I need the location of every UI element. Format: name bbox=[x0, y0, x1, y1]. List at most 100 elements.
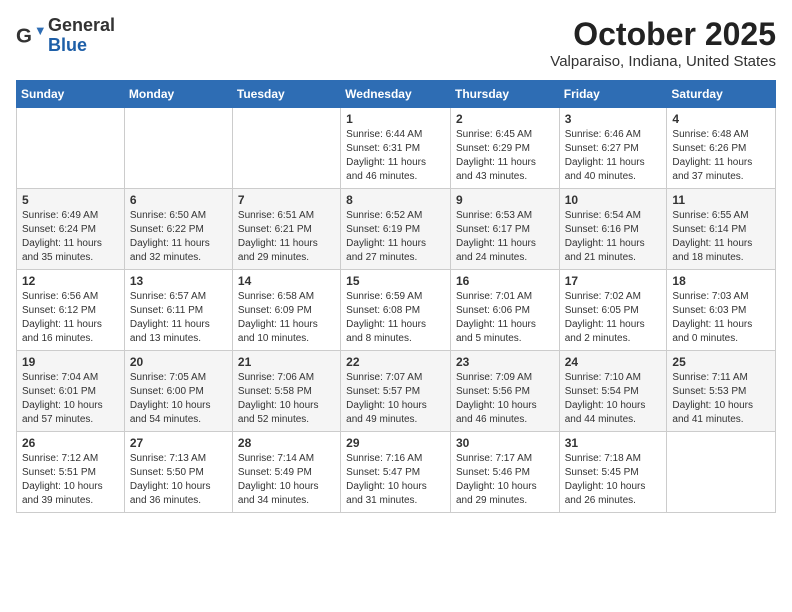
calendar-cell: 20 Sunrise: 7:05 AM Sunset: 6:00 PM Dayli… bbox=[124, 351, 232, 432]
day-number: 19 bbox=[22, 355, 119, 369]
calendar-cell: 24 Sunrise: 7:10 AM Sunset: 5:54 PM Dayli… bbox=[559, 351, 667, 432]
calendar-cell: 3 Sunrise: 6:46 AM Sunset: 6:27 PM Daylig… bbox=[559, 108, 667, 189]
day-info: Sunrise: 6:48 AM Sunset: 6:26 PM Dayligh… bbox=[672, 128, 770, 184]
calendar-cell: 30 Sunrise: 7:17 AM Sunset: 5:46 PM Dayli… bbox=[450, 432, 559, 513]
day-info: Sunrise: 6:45 AM Sunset: 6:29 PM Dayligh… bbox=[456, 128, 554, 184]
calendar-cell: 18Sunrise: 7:03 AM Sunset: 6:03 PM Dayli… bbox=[667, 270, 776, 351]
svg-text:G: G bbox=[16, 24, 32, 47]
calendar-cell: 17 Sunrise: 7:02 AM Sunset: 6:05 PM Dayli… bbox=[559, 270, 667, 351]
day-number: 12 bbox=[22, 274, 119, 288]
day-number: 2 bbox=[456, 112, 554, 126]
day-info: Sunrise: 7:16 AM Sunset: 5:47 PM Dayligh… bbox=[346, 452, 445, 508]
logo-text: General Blue bbox=[48, 16, 115, 56]
day-number: 24 bbox=[565, 355, 662, 369]
calendar-cell: 12Sunrise: 6:56 AM Sunset: 6:12 PM Dayli… bbox=[17, 270, 125, 351]
calendar-week-row: 1 Sunrise: 6:44 AM Sunset: 6:31 PM Daylig… bbox=[17, 108, 776, 189]
day-info: Sunrise: 6:54 AM Sunset: 6:16 PM Dayligh… bbox=[565, 209, 662, 265]
day-info: Sunrise: 7:03 AM Sunset: 6:03 PM Dayligh… bbox=[672, 290, 770, 346]
day-info: Sunrise: 7:06 AM Sunset: 5:58 PM Dayligh… bbox=[238, 371, 335, 427]
day-info: Sunrise: 6:49 AM Sunset: 6:24 PM Dayligh… bbox=[22, 209, 119, 265]
page-header: G General Blue October 2025 Valparaiso, … bbox=[16, 16, 776, 70]
day-number: 26 bbox=[22, 436, 119, 450]
day-number: 17 bbox=[565, 274, 662, 288]
calendar-cell: 31Sunrise: 7:18 AM Sunset: 5:45 PM Dayli… bbox=[559, 432, 667, 513]
calendar-cell: 10Sunrise: 6:54 AM Sunset: 6:16 PM Dayli… bbox=[559, 189, 667, 270]
calendar-header-row: SundayMondayTuesdayWednesdayThursdayFrid… bbox=[17, 81, 776, 108]
page-subtitle: Valparaiso, Indiana, United States bbox=[550, 53, 776, 70]
title-block: October 2025 Valparaiso, Indiana, United… bbox=[550, 16, 776, 70]
calendar-table: SundayMondayTuesdayWednesdayThursdayFrid… bbox=[16, 80, 776, 513]
day-info: Sunrise: 6:53 AM Sunset: 6:17 PM Dayligh… bbox=[456, 209, 554, 265]
day-number: 3 bbox=[565, 112, 662, 126]
day-info: Sunrise: 7:13 AM Sunset: 5:50 PM Dayligh… bbox=[130, 452, 227, 508]
day-info: Sunrise: 6:58 AM Sunset: 6:09 PM Dayligh… bbox=[238, 290, 335, 346]
calendar-cell: 7 Sunrise: 6:51 AM Sunset: 6:21 PM Daylig… bbox=[232, 189, 340, 270]
day-number: 9 bbox=[456, 193, 554, 207]
calendar-cell bbox=[232, 108, 340, 189]
logo: G General Blue bbox=[16, 16, 115, 56]
day-number: 21 bbox=[238, 355, 335, 369]
day-number: 1 bbox=[346, 112, 445, 126]
day-info: Sunrise: 6:44 AM Sunset: 6:31 PM Dayligh… bbox=[346, 128, 445, 184]
calendar-cell: 1 Sunrise: 6:44 AM Sunset: 6:31 PM Daylig… bbox=[341, 108, 451, 189]
day-info: Sunrise: 7:05 AM Sunset: 6:00 PM Dayligh… bbox=[130, 371, 227, 427]
calendar-cell: 5 Sunrise: 6:49 AM Sunset: 6:24 PM Daylig… bbox=[17, 189, 125, 270]
day-number: 14 bbox=[238, 274, 335, 288]
calendar-cell: 28Sunrise: 7:14 AM Sunset: 5:49 PM Dayli… bbox=[232, 432, 340, 513]
day-number: 25 bbox=[672, 355, 770, 369]
day-info: Sunrise: 6:46 AM Sunset: 6:27 PM Dayligh… bbox=[565, 128, 662, 184]
calendar-cell: 8Sunrise: 6:52 AM Sunset: 6:19 PM Daylig… bbox=[341, 189, 451, 270]
calendar-cell: 11Sunrise: 6:55 AM Sunset: 6:14 PM Dayli… bbox=[667, 189, 776, 270]
day-number: 15 bbox=[346, 274, 445, 288]
day-number: 31 bbox=[565, 436, 662, 450]
calendar-weekday-thursday: Thursday bbox=[450, 81, 559, 108]
calendar-cell: 9 Sunrise: 6:53 AM Sunset: 6:17 PM Daylig… bbox=[450, 189, 559, 270]
day-info: Sunrise: 7:02 AM Sunset: 6:05 PM Dayligh… bbox=[565, 290, 662, 346]
calendar-weekday-sunday: Sunday bbox=[17, 81, 125, 108]
calendar-cell: 22Sunrise: 7:07 AM Sunset: 5:57 PM Dayli… bbox=[341, 351, 451, 432]
calendar-cell: 19Sunrise: 7:04 AM Sunset: 6:01 PM Dayli… bbox=[17, 351, 125, 432]
calendar-cell: 14 Sunrise: 6:58 AM Sunset: 6:09 PM Dayli… bbox=[232, 270, 340, 351]
day-info: Sunrise: 6:50 AM Sunset: 6:22 PM Dayligh… bbox=[130, 209, 227, 265]
day-number: 23 bbox=[456, 355, 554, 369]
calendar-week-row: 5 Sunrise: 6:49 AM Sunset: 6:24 PM Daylig… bbox=[17, 189, 776, 270]
day-number: 5 bbox=[22, 193, 119, 207]
day-number: 29 bbox=[346, 436, 445, 450]
calendar-weekday-monday: Monday bbox=[124, 81, 232, 108]
calendar-week-row: 12Sunrise: 6:56 AM Sunset: 6:12 PM Dayli… bbox=[17, 270, 776, 351]
calendar-cell: 15 Sunrise: 6:59 AM Sunset: 6:08 PM Dayli… bbox=[341, 270, 451, 351]
day-info: Sunrise: 7:12 AM Sunset: 5:51 PM Dayligh… bbox=[22, 452, 119, 508]
day-info: Sunrise: 7:17 AM Sunset: 5:46 PM Dayligh… bbox=[456, 452, 554, 508]
calendar-cell: 26 Sunrise: 7:12 AM Sunset: 5:51 PM Dayli… bbox=[17, 432, 125, 513]
calendar-cell: 2 Sunrise: 6:45 AM Sunset: 6:29 PM Daylig… bbox=[450, 108, 559, 189]
day-info: Sunrise: 6:59 AM Sunset: 6:08 PM Dayligh… bbox=[346, 290, 445, 346]
day-info: Sunrise: 6:57 AM Sunset: 6:11 PM Dayligh… bbox=[130, 290, 227, 346]
calendar-cell bbox=[124, 108, 232, 189]
calendar-weekday-friday: Friday bbox=[559, 81, 667, 108]
calendar-cell bbox=[17, 108, 125, 189]
calendar-cell: 6 Sunrise: 6:50 AM Sunset: 6:22 PM Daylig… bbox=[124, 189, 232, 270]
calendar-cell: 16Sunrise: 7:01 AM Sunset: 6:06 PM Dayli… bbox=[450, 270, 559, 351]
calendar-cell bbox=[667, 432, 776, 513]
calendar-weekday-saturday: Saturday bbox=[667, 81, 776, 108]
day-info: Sunrise: 6:55 AM Sunset: 6:14 PM Dayligh… bbox=[672, 209, 770, 265]
day-info: Sunrise: 6:51 AM Sunset: 6:21 PM Dayligh… bbox=[238, 209, 335, 265]
day-number: 7 bbox=[238, 193, 335, 207]
logo-general-text: General bbox=[48, 16, 115, 36]
day-info: Sunrise: 7:11 AM Sunset: 5:53 PM Dayligh… bbox=[672, 371, 770, 427]
day-number: 13 bbox=[130, 274, 227, 288]
day-info: Sunrise: 7:10 AM Sunset: 5:54 PM Dayligh… bbox=[565, 371, 662, 427]
day-number: 20 bbox=[130, 355, 227, 369]
day-number: 6 bbox=[130, 193, 227, 207]
logo-icon: G bbox=[16, 22, 44, 50]
day-number: 8 bbox=[346, 193, 445, 207]
calendar-week-row: 19Sunrise: 7:04 AM Sunset: 6:01 PM Dayli… bbox=[17, 351, 776, 432]
calendar-cell: 21 Sunrise: 7:06 AM Sunset: 5:58 PM Dayli… bbox=[232, 351, 340, 432]
day-number: 30 bbox=[456, 436, 554, 450]
calendar-cell: 27Sunrise: 7:13 AM Sunset: 5:50 PM Dayli… bbox=[124, 432, 232, 513]
calendar-week-row: 26 Sunrise: 7:12 AM Sunset: 5:51 PM Dayli… bbox=[17, 432, 776, 513]
day-info: Sunrise: 7:14 AM Sunset: 5:49 PM Dayligh… bbox=[238, 452, 335, 508]
calendar-weekday-wednesday: Wednesday bbox=[341, 81, 451, 108]
day-info: Sunrise: 7:09 AM Sunset: 5:56 PM Dayligh… bbox=[456, 371, 554, 427]
day-number: 16 bbox=[456, 274, 554, 288]
